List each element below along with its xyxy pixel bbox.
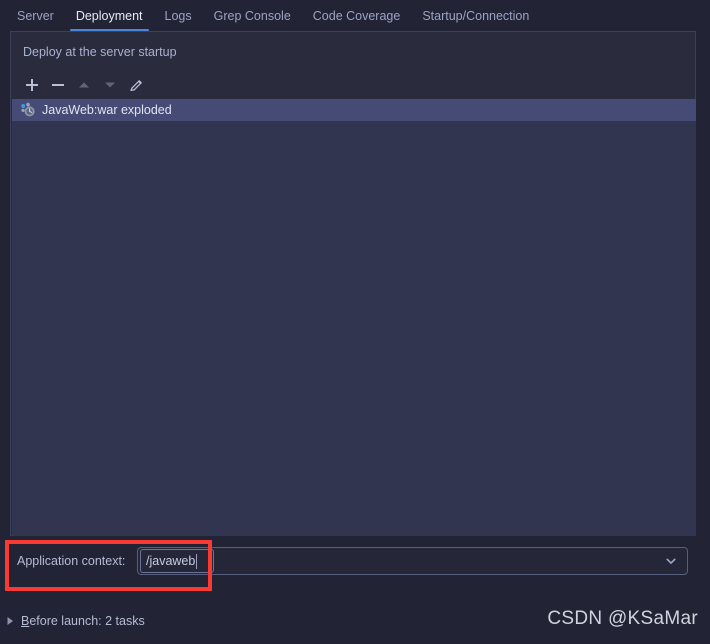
settings-tab-bar: Server Deployment Logs Grep Console Code…	[0, 0, 710, 31]
text-caret	[196, 553, 198, 569]
before-launch-label-rest: efore launch: 2 tasks	[29, 614, 145, 628]
application-context-row: Application context: /javaweb	[10, 544, 696, 578]
watermark: CSDN @KSaMar	[547, 608, 698, 629]
tab-startup-connection[interactable]: Startup/Connection	[411, 0, 540, 31]
tab-label: Server	[17, 8, 54, 23]
tab-label: Deployment	[75, 8, 143, 23]
tab-deployment[interactable]: Deployment	[65, 0, 154, 31]
minus-icon	[52, 84, 64, 86]
add-button[interactable]	[19, 72, 45, 98]
tab-logs[interactable]: Logs	[154, 0, 203, 31]
plus-icon	[26, 79, 38, 91]
application-context-combobox[interactable]: /javaweb	[137, 547, 688, 575]
application-context-label: Application context:	[17, 554, 126, 568]
deployment-settings-screen: Server Deployment Logs Grep Console Code…	[0, 0, 710, 644]
move-down-button[interactable]	[97, 72, 123, 98]
arrow-down-icon	[105, 82, 115, 88]
remove-button[interactable]	[45, 72, 71, 98]
move-up-button[interactable]	[71, 72, 97, 98]
tab-label: Grep Console	[213, 8, 291, 23]
artifact-list[interactable]: JavaWeb:war exploded	[12, 99, 696, 536]
tab-server[interactable]: Server	[6, 0, 65, 31]
tab-code-coverage[interactable]: Code Coverage	[302, 0, 412, 31]
tab-label: Code Coverage	[312, 8, 401, 23]
application-context-input[interactable]: /javaweb	[140, 549, 214, 573]
deploy-at-startup-label: Deploy at the server startup	[23, 45, 177, 59]
list-item[interactable]: JavaWeb:war exploded	[12, 99, 696, 121]
before-launch-label: Before launch: 2 tasks	[21, 614, 145, 628]
artifact-exploded-icon	[21, 102, 35, 117]
tab-grep-console[interactable]: Grep Console	[203, 0, 302, 31]
triangle-right-icon[interactable]	[6, 616, 15, 626]
edit-button[interactable]	[123, 72, 149, 98]
chevron-down-icon[interactable]	[665, 555, 677, 567]
pencil-icon	[129, 79, 142, 91]
before-launch-section[interactable]: Before launch: 2 tasks	[6, 614, 145, 628]
arrow-up-icon	[79, 82, 89, 88]
tab-label: Logs	[164, 8, 192, 23]
tab-label: Startup/Connection	[422, 8, 530, 23]
artifact-label: JavaWeb:war exploded	[42, 103, 172, 117]
application-context-value: /javaweb	[146, 554, 196, 568]
artifact-toolbar	[19, 72, 149, 98]
deployment-panel: Deploy at the server startup JavaWeb:war…	[10, 31, 696, 536]
